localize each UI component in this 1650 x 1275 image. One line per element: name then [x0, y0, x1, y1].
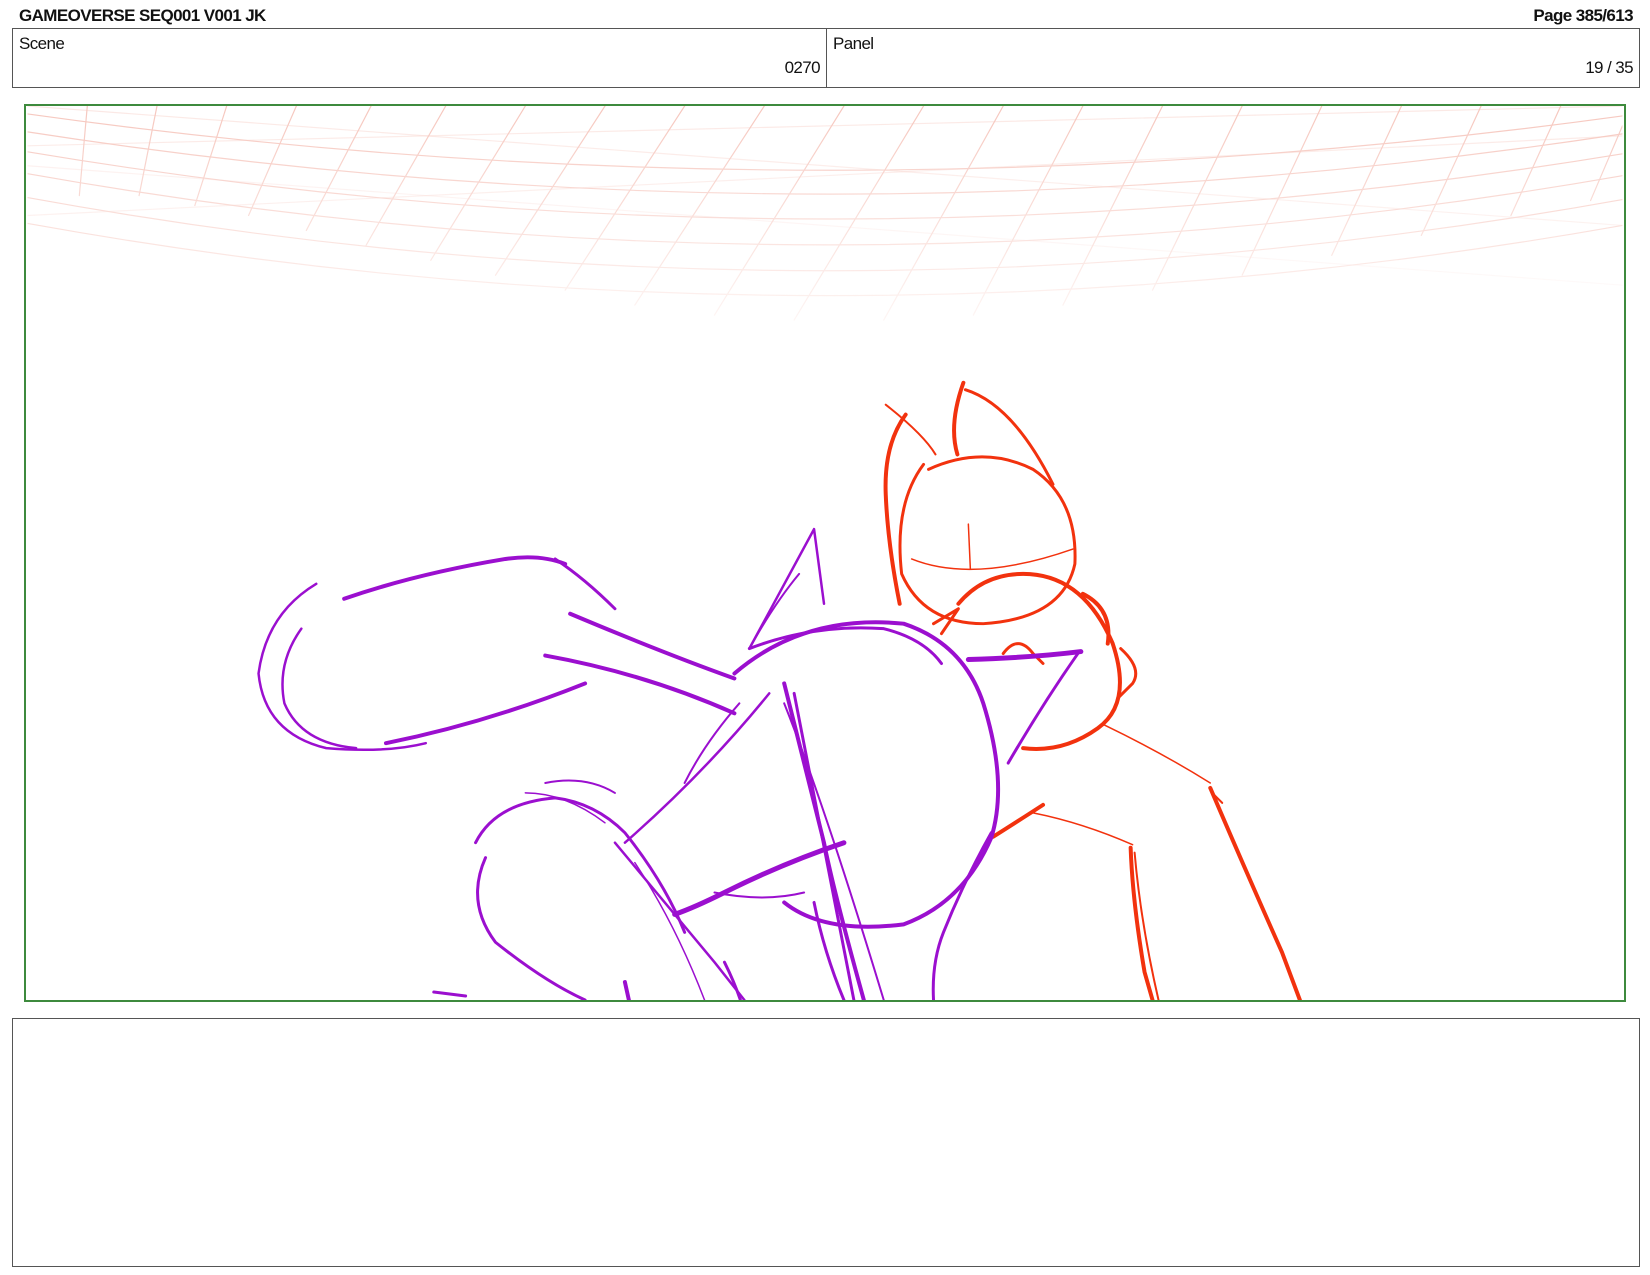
scene-cell: Scene 0270: [13, 29, 827, 87]
panel-notes-box: [12, 1018, 1640, 1267]
scene-number: 0270: [784, 58, 821, 77]
panel-number: 19 / 35: [1585, 58, 1633, 77]
panel-cell: Panel 19 / 35: [827, 29, 1639, 87]
panel-label: Panel: [833, 34, 874, 53]
document-title: GAMEOVERSE SEQ001 V001 JK: [19, 6, 266, 25]
perspective-grid: [26, 106, 1624, 321]
scene-panel-info-row: Scene 0270 Panel 19 / 35: [12, 28, 1640, 88]
purple-character-sketch: [257, 527, 1084, 1000]
scene-label: Scene: [19, 34, 65, 53]
storyboard-sketch: [26, 106, 1624, 1000]
page-number: Page 385/613: [1533, 6, 1633, 25]
storyboard-panel-frame: [24, 104, 1626, 1002]
red-character-sketch: [883, 380, 1302, 1000]
